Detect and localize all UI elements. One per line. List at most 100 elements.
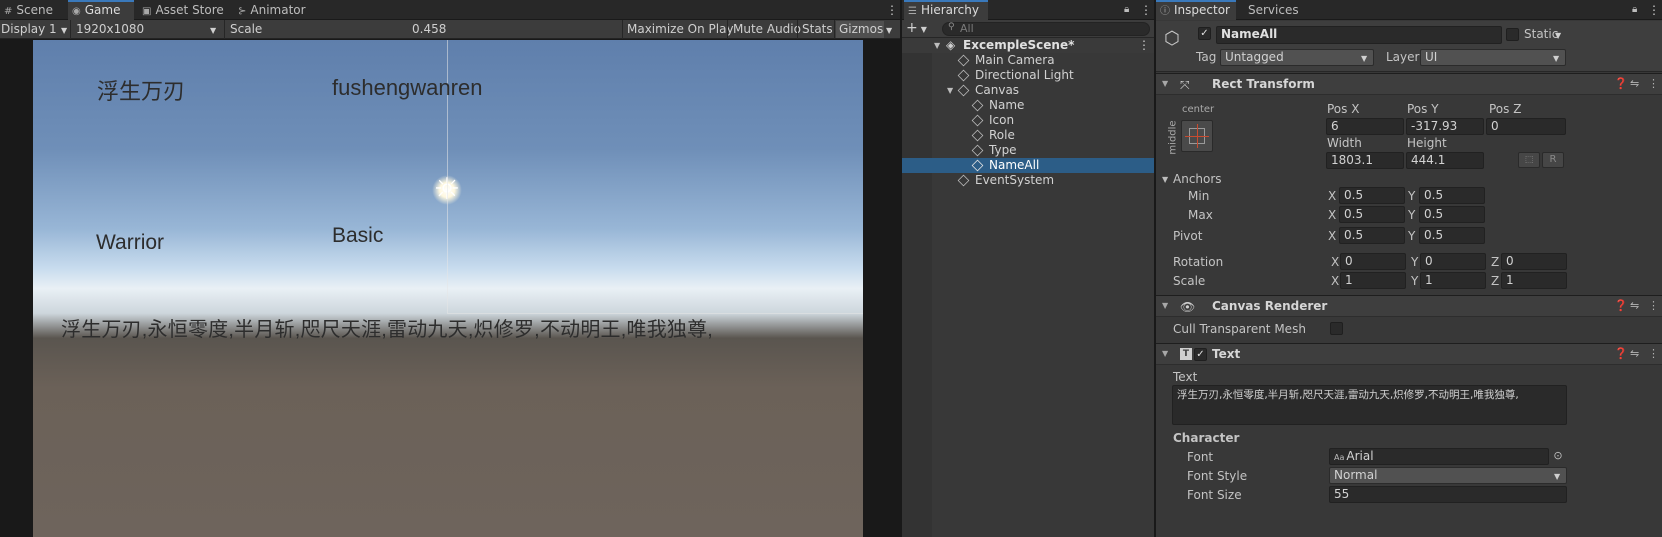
text-enabled-checkbox[interactable]: ✓	[1194, 348, 1207, 361]
game-type-text: Basic	[332, 224, 384, 247]
hierarchy-item[interactable]: Directional Light	[902, 68, 1154, 83]
object-picker-icon[interactable]: ⊙	[1551, 449, 1565, 463]
static-checkbox[interactable]	[1506, 28, 1519, 41]
min-y-field[interactable]: 0.5	[1419, 187, 1485, 204]
font-label: Font	[1187, 450, 1214, 464]
hierarchy-item[interactable]: EventSystem	[902, 173, 1154, 188]
hierarchy-toolbar: + ▼ ⚲ All	[902, 20, 1154, 38]
game-name-all-text: 浮生万刃,永恒零度,半月斩,咫尺天涯,雷动九天,炽修罗,不动明王,唯我独尊,	[61, 319, 714, 341]
hierarchy-search-input[interactable]: ⚲ All	[942, 22, 1150, 36]
eye-icon: 👁︎	[1180, 300, 1196, 314]
fold-arrow-icon: ▼	[934, 41, 941, 50]
hierarchy-item[interactable]: Type	[902, 143, 1154, 158]
cull-transparent-checkbox[interactable]	[1330, 322, 1343, 335]
raw-edit-button[interactable]: R	[1542, 152, 1564, 168]
width-field[interactable]: 1803.1	[1326, 152, 1404, 169]
rotation-x-field[interactable]: 0	[1340, 253, 1406, 270]
pivot-x-field[interactable]: 0.5	[1339, 227, 1405, 244]
hierarchy-item[interactable]: Role	[902, 128, 1154, 143]
tab-hierarchy[interactable]: ☰ Hierarchy	[904, 0, 988, 20]
game-view[interactable]: ☼ 浮生万刃 fushengwanren Warrior Basic 浮生万刃,…	[33, 40, 863, 537]
text-component-header[interactable]: ▼ T ✓ Text ❓ ⇋ ⋮	[1156, 343, 1662, 365]
help-icon[interactable]: ❓	[1614, 77, 1628, 90]
hierarchy-item-selected[interactable]: NameAll	[902, 158, 1154, 173]
scale-y-axis: Y	[1411, 274, 1419, 288]
gameobject-cube-icon	[971, 143, 988, 158]
text-value-textarea[interactable]: 浮生万刃,永恒零度,半月斩,咫尺天涯,雷动九天,炽修罗,不动明王,唯我独尊,	[1172, 385, 1567, 425]
blueprint-mode-button[interactable]: ⬚	[1518, 152, 1540, 168]
tab-asset-store[interactable]: ▣ Asset Store	[138, 0, 230, 20]
font-style-dropdown[interactable]: Normal ▼	[1329, 467, 1567, 484]
fold-arrow-icon[interactable]: ▼	[1162, 79, 1168, 88]
hierarchy-item[interactable]: Icon	[902, 113, 1154, 128]
scene-menu-icon[interactable]: ⋮	[1138, 38, 1150, 53]
hierarchy-item-label: Canvas	[975, 83, 1020, 97]
panel-menu-icon[interactable]: ⋮	[1136, 0, 1152, 20]
preset-icon[interactable]: ⇋	[1630, 77, 1639, 90]
component-menu-icon[interactable]: ⋮	[1648, 77, 1659, 90]
preset-icon[interactable]: ⇋	[1630, 347, 1639, 360]
hierarchy-scene-row[interactable]: ▼ ◈ ExcempleScene* ⋮	[902, 38, 1154, 53]
gizmos-dropdown[interactable]: ▼	[886, 21, 892, 38]
rotation-z-field[interactable]: 0	[1501, 253, 1567, 270]
rot-y-axis: Y	[1411, 255, 1419, 269]
pos-z-field[interactable]: 0	[1486, 118, 1566, 135]
resolution-dropdown[interactable]: 1920x1080 ▼	[76, 21, 222, 38]
tab-services[interactable]: Services	[1238, 0, 1308, 20]
panel-menu-icon[interactable]: ⋮	[882, 0, 898, 20]
fold-arrow-icon[interactable]: ▼	[947, 83, 953, 98]
lock-icon[interactable]: 🔒︎	[1628, 0, 1640, 20]
hierarchy-item[interactable]: Main Camera	[902, 53, 1154, 68]
hierarchy-item[interactable]: Name	[902, 98, 1154, 113]
panel-menu-icon[interactable]: ⋮	[1644, 0, 1660, 20]
mute-audio-toggle[interactable]: Mute Audio	[733, 21, 801, 38]
tag-dropdown[interactable]: Untagged ▼	[1220, 49, 1374, 66]
scale-y-field[interactable]: 1	[1420, 272, 1486, 289]
maximize-on-play-toggle[interactable]: Maximize On Play	[627, 21, 734, 38]
stats-toggle[interactable]: Stats	[802, 21, 833, 38]
pivot-y-field[interactable]: 0.5	[1419, 227, 1485, 244]
anchor-preset-button[interactable]	[1181, 120, 1213, 152]
min-x-field[interactable]: 0.5	[1339, 187, 1405, 204]
hierarchy-item[interactable]: ▼ Canvas	[902, 83, 1154, 98]
pos-y-field[interactable]: -317.93	[1406, 118, 1484, 135]
max-y-field[interactable]: 0.5	[1419, 206, 1485, 223]
font-size-field[interactable]: 55	[1329, 486, 1567, 503]
tab-inspector[interactable]: ⓘ Inspector	[1156, 0, 1236, 20]
height-field[interactable]: 444.1	[1406, 152, 1484, 169]
rot-x-axis: X	[1331, 255, 1340, 269]
gamepad-icon: ◉	[72, 6, 81, 17]
font-style-value: Normal	[1334, 468, 1378, 482]
rect-transform-header[interactable]: ▼ ⤧ Rect Transform ❓ ⇋ ⋮	[1156, 73, 1662, 95]
help-icon[interactable]: ❓	[1614, 299, 1628, 312]
pos-x-field[interactable]: 6	[1326, 118, 1404, 135]
panel-divider[interactable]	[1154, 0, 1156, 537]
max-x-field[interactable]: 0.5	[1339, 206, 1405, 223]
create-button[interactable]: + ▼	[906, 20, 934, 37]
tab-game[interactable]: ◉ Game	[68, 0, 134, 20]
fold-arrow-icon[interactable]: ▼	[1162, 175, 1168, 184]
fold-arrow-icon[interactable]: ▼	[1162, 349, 1168, 358]
font-object-field[interactable]: Aa Arial	[1329, 448, 1549, 465]
scale-z-field[interactable]: 1	[1501, 272, 1567, 289]
lock-icon[interactable]: 🔒︎	[1120, 0, 1132, 20]
tab-scene[interactable]: # Scene	[0, 0, 66, 20]
scale-x-field[interactable]: 1	[1340, 272, 1406, 289]
canvas-renderer-header[interactable]: ▼ 👁︎ Canvas Renderer ❓ ⇋ ⋮	[1156, 295, 1662, 317]
layer-dropdown[interactable]: UI ▼	[1420, 49, 1566, 66]
preset-icon[interactable]: ⇋	[1630, 299, 1639, 312]
chevron-down-icon[interactable]: ▼	[1555, 31, 1561, 40]
help-icon[interactable]: ❓	[1614, 347, 1628, 360]
fold-arrow-icon[interactable]: ▼	[1162, 301, 1168, 310]
gizmos-toggle[interactable]: Gizmos	[836, 21, 884, 38]
component-menu-icon[interactable]: ⋮	[1648, 347, 1659, 360]
max-x-axis: X	[1328, 208, 1337, 222]
object-name-input[interactable]: NameAll	[1216, 26, 1502, 44]
active-checkbox[interactable]: ✓	[1198, 27, 1211, 40]
tab-animator[interactable]: ⊱ Animator	[234, 0, 314, 20]
rotation-y-field[interactable]: 0	[1420, 253, 1486, 270]
panel-divider[interactable]	[900, 0, 902, 537]
component-menu-icon[interactable]: ⋮	[1648, 299, 1659, 312]
display-dropdown[interactable]: Display 1 ▼	[1, 21, 69, 38]
pos-y-label: Pos Y	[1407, 102, 1439, 116]
